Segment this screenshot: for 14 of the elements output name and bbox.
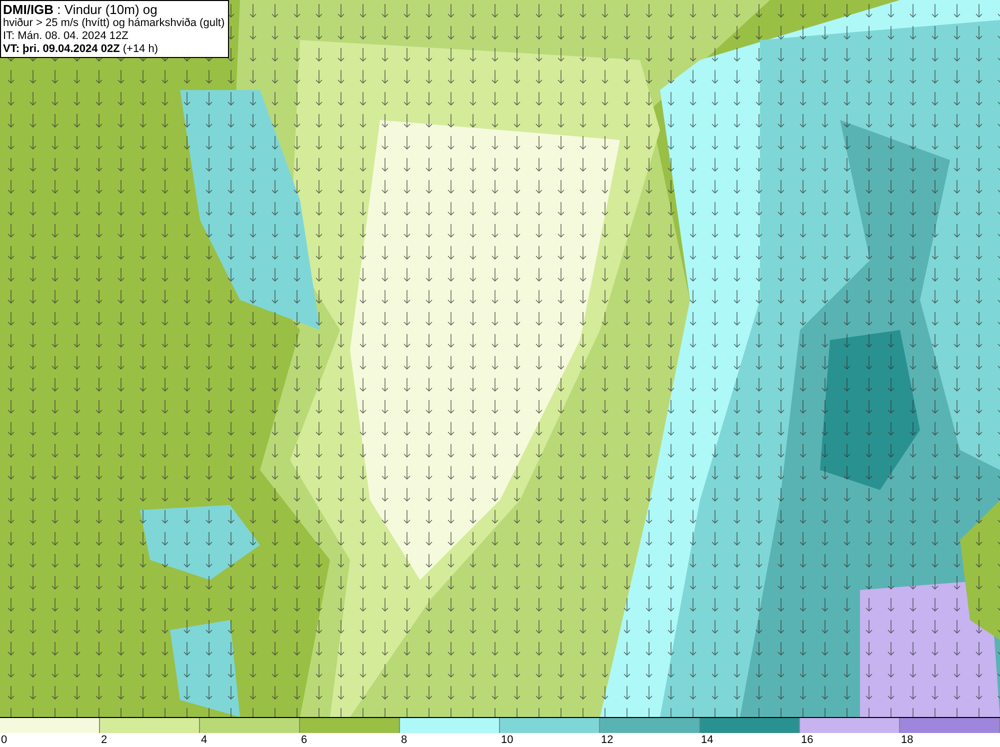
legend-label: 12	[601, 733, 614, 747]
legend-label: 4	[201, 733, 208, 747]
map-subtitle: VT: þri. 09.04.2024 02Z (+14 h)	[3, 43, 160, 56]
legend-label: 8	[401, 733, 408, 747]
legend-label: 2	[101, 733, 108, 747]
map-subtitle: hviður > 25 m/s (hvítt) og hámarkshviða (gult)	[3, 17, 226, 30]
legend-label: 0	[1, 733, 8, 747]
legend-label: 18	[901, 733, 914, 747]
map-subtitle: IT: Mán. 08. 04. 2024 12Z	[3, 30, 130, 43]
legend-label: 10	[501, 733, 514, 747]
legend-label: 14	[701, 733, 714, 747]
legend-label: 6	[301, 733, 308, 747]
map-title: DMI/IGB : Vindur (10m) og	[3, 2, 158, 17]
legend-label: 16	[801, 733, 814, 747]
